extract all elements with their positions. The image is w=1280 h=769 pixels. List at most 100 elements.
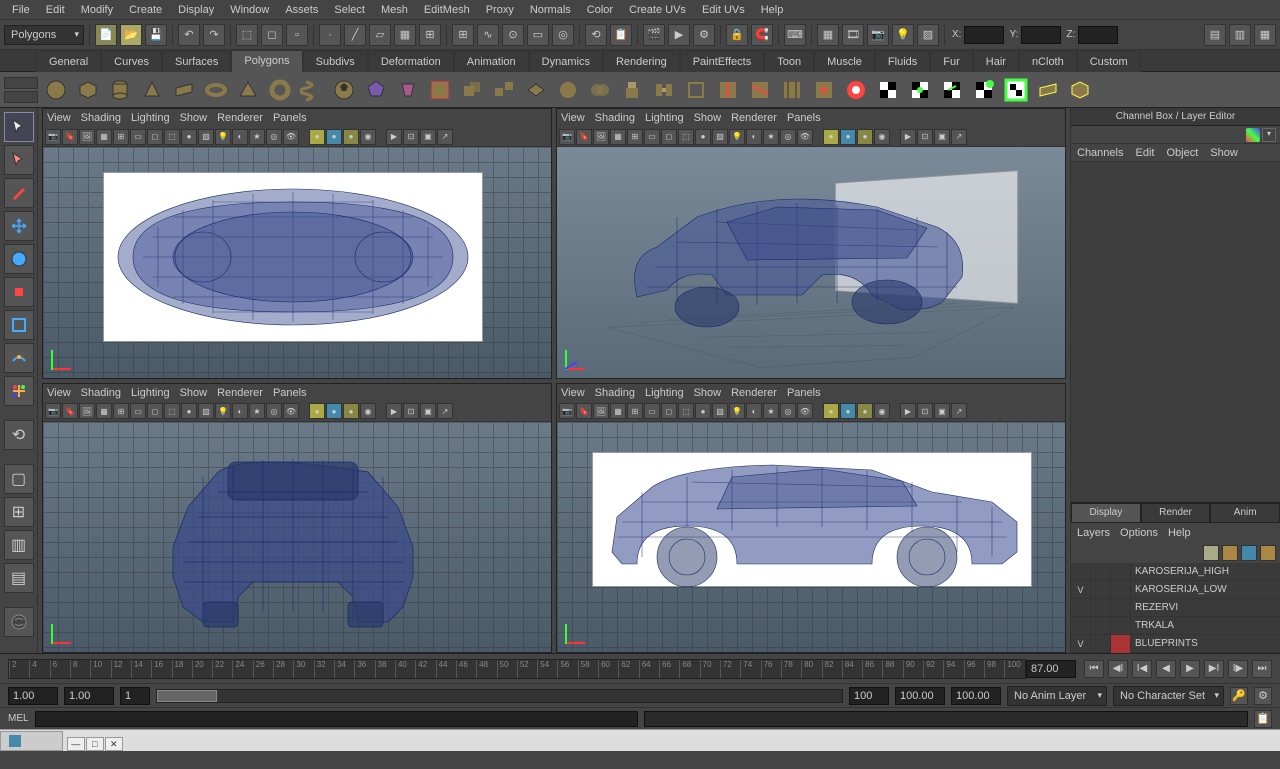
poly-type-icon[interactable] [426,76,454,104]
timeline-ruler[interactable]: 2468101214161820222426283032343638404244… [8,659,1026,679]
light-icon[interactable]: 💡 [892,24,914,46]
vp-icon[interactable]: 📷 [559,129,575,145]
layer-row[interactable]: VBLUEPRINTS [1071,635,1280,653]
snap-plane-icon[interactable]: ▭ [527,24,549,46]
layout-icon[interactable]: ▦ [817,24,839,46]
vp-smooth-icon[interactable]: ● [181,129,197,145]
vp-view[interactable]: View [47,112,71,124]
show-manip-icon[interactable] [4,376,34,406]
vp-isolate-icon[interactable]: ◎ [266,129,282,145]
vp-icon[interactable]: 🔖 [576,129,592,145]
vp-renderer[interactable]: Renderer [217,387,263,399]
two-stack-icon[interactable]: ▤ [4,563,34,593]
vp-2d-icon[interactable]: ▦ [96,129,112,145]
close-button[interactable]: ✕ [105,737,123,751]
minimize-icon[interactable]: ▾ [1262,128,1276,142]
menu-color[interactable]: Color [579,2,621,18]
shelf-tab-general[interactable]: General [36,51,101,72]
sidebar-toggle-icon[interactable]: ▤ [1204,24,1226,46]
vp-icon[interactable]: ▦ [610,403,626,419]
vp-all-icon[interactable]: ⊡ [403,129,419,145]
vp-icon[interactable]: ★ [763,403,779,419]
vp-motion-icon[interactable]: ● [326,129,342,145]
shelf-tab-rendering[interactable]: Rendering [603,51,680,72]
combine-icon[interactable] [458,76,486,104]
vp-icon[interactable]: ▦ [610,129,626,145]
script-editor-icon[interactable]: 📋 [1254,710,1272,728]
x-input[interactable] [964,26,1004,44]
shelf-tab-surfaces[interactable]: Surfaces [162,51,231,72]
poly-cone-icon[interactable] [138,76,166,104]
hypershade-tab[interactable]: Hyp... [0,731,63,751]
vp-aa-icon[interactable]: ● [343,129,359,145]
four-view-icon[interactable]: ⊞ [4,497,34,527]
undo-icon[interactable]: ↶ [178,24,200,46]
menu-createuvs[interactable]: Create UVs [621,2,694,18]
vp-show[interactable]: Show [180,387,208,399]
vp-grid-icon[interactable]: ⊞ [113,129,129,145]
vp-icon[interactable]: 💡 [215,403,231,419]
vp-image-icon[interactable]: 🖼 [79,129,95,145]
shelf-tab-curves[interactable]: Curves [101,51,162,72]
shelf-tab-fluids[interactable]: Fluids [875,51,930,72]
uv-planar-icon[interactable] [1034,76,1062,104]
layer-icon4[interactable] [1260,545,1276,561]
select-uv-icon[interactable]: ▦ [394,24,416,46]
vp-camera-icon[interactable]: 📷 [45,129,61,145]
menu-select[interactable]: Select [326,2,373,18]
select-edge-icon[interactable]: ╱ [344,24,366,46]
vp-panels[interactable]: Panels [273,387,307,399]
viewport-top[interactable]: View Shading Lighting Show Renderer Pane… [42,108,552,379]
save-scene-icon[interactable]: 💾 [145,24,167,46]
vp-icon[interactable]: ◻ [147,403,163,419]
shelf-tab-subdivs[interactable]: Subdivs [303,51,368,72]
help-menu[interactable]: Help [1168,527,1191,539]
history-icon[interactable]: ⟲ [585,24,607,46]
edit-tab[interactable]: Edit [1135,147,1154,159]
vp-bookmark-icon[interactable]: 🔖 [62,129,78,145]
shelf-tab-hair[interactable]: Hair [973,51,1019,72]
maximize-button[interactable]: □ [86,737,104,751]
vp-icon[interactable]: ★ [249,403,265,419]
snap-live-icon[interactable]: ◎ [552,24,574,46]
vp-lighting[interactable]: Lighting [131,112,170,124]
vp-shadow-icon[interactable]: ◐ [232,129,248,145]
vp-light-icon[interactable]: 💡 [215,129,231,145]
lasso-tool-icon[interactable] [4,145,34,175]
vp-show[interactable]: Show [694,112,722,124]
menu-edit[interactable]: Edit [38,2,73,18]
y-input[interactable] [1021,26,1061,44]
poly-platonic-icon[interactable] [362,76,390,104]
vp-shading[interactable]: Shading [595,387,635,399]
move-tool-icon[interactable] [4,211,34,241]
vp-renderer[interactable]: Renderer [731,387,777,399]
shelf-tab-polygons[interactable]: Polygons [231,50,302,72]
render-tab[interactable]: Render [1141,503,1211,523]
minimize-button[interactable]: — [67,737,85,751]
vp-icon[interactable]: ● [309,403,325,419]
checker5-icon[interactable] [1002,76,1030,104]
range-end[interactable]: 100 [849,687,889,705]
vp-icon[interactable]: ▭ [644,403,660,419]
vp-icon[interactable]: ● [840,129,856,145]
current-time[interactable]: 1 [120,687,150,705]
shelf-tab-toon[interactable]: Toon [764,51,814,72]
shelf-tab-custom[interactable]: Custom [1077,51,1141,72]
camera-icon[interactable]: 📷 [867,24,889,46]
menu-normals[interactable]: Normals [522,2,579,18]
vp-renderer[interactable]: Renderer [217,112,263,124]
insert-edge-icon[interactable] [714,76,742,104]
vp-icon[interactable]: ◐ [746,129,762,145]
vp-icon[interactable]: ▭ [130,403,146,419]
vp-icon[interactable]: ● [326,403,342,419]
options-menu[interactable]: Options [1120,527,1158,539]
menu-mesh[interactable]: Mesh [373,2,416,18]
select-face-icon[interactable]: ▱ [369,24,391,46]
vp-textured-icon[interactable]: ▨ [198,129,214,145]
vp-icon[interactable]: ◎ [780,403,796,419]
poly-sphere-icon[interactable] [42,76,70,104]
layer-icon1[interactable] [1203,545,1219,561]
vp-view[interactable]: View [561,112,585,124]
menu-display[interactable]: Display [170,2,222,18]
layer-row[interactable]: KAROSERIJA_HIGH [1071,563,1280,581]
